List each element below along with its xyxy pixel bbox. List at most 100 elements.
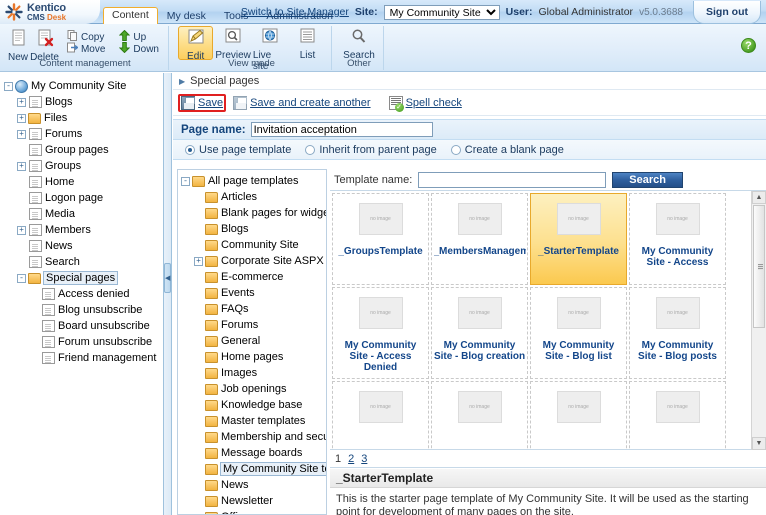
template-category-label[interactable]: Community Site [221, 239, 299, 251]
tree-node-label[interactable]: Board unsubscribe [58, 320, 150, 332]
tree-node-label[interactable]: Forums [45, 128, 82, 140]
tree-node[interactable]: Access denied [4, 286, 161, 302]
template-card[interactable]: no image My Community Site - Blog posts [629, 287, 726, 379]
tree-node[interactable]: + Forums [4, 126, 161, 142]
tree-node[interactable]: News [4, 238, 161, 254]
page-name-input[interactable] [250, 122, 433, 137]
tree-node[interactable]: + Groups [4, 158, 161, 174]
template-category-label[interactable]: Images [221, 367, 257, 379]
template-category-label[interactable]: Message boards [221, 447, 302, 459]
template-search-button[interactable]: Search [612, 171, 683, 188]
template-category-node[interactable]: News [181, 477, 324, 493]
save-and-create-another-action[interactable]: Save and create another [230, 94, 373, 112]
template-category-node[interactable]: Community Site [181, 237, 324, 253]
template-category-label[interactable]: Articles [221, 191, 257, 203]
template-category-label[interactable]: General [221, 335, 260, 347]
template-category-node[interactable]: Home pages [181, 349, 324, 365]
template-category-label[interactable]: All page templates [208, 175, 299, 187]
collapse-icon[interactable]: - [181, 176, 190, 186]
expand-icon[interactable]: + [17, 161, 26, 171]
template-category-label[interactable]: Blank pages for widgets [221, 207, 326, 219]
template-category-node[interactable]: Master templates [181, 413, 324, 429]
tree-node-label[interactable]: Access denied [58, 288, 130, 300]
tree-node[interactable]: Search [4, 254, 161, 270]
template-category-node[interactable]: Blogs [181, 221, 324, 237]
template-category-label[interactable]: Offices [221, 511, 255, 514]
template-category-node[interactable]: Knowledge base [181, 397, 324, 413]
tree-node-label[interactable]: Groups [45, 160, 81, 172]
template-category-label[interactable]: Newsletter [221, 495, 273, 507]
template-card[interactable]: no image My Community Site - Blog list [530, 287, 627, 379]
template-category-label[interactable]: Master templates [221, 415, 305, 427]
tab-my-desk[interactable]: My desk [158, 9, 215, 24]
template-category-node[interactable]: FAQs [181, 301, 324, 317]
list-button[interactable]: List [290, 26, 325, 61]
template-card[interactable]: no image _StarterTemplate [530, 193, 627, 285]
template-category-label[interactable]: Blogs [221, 223, 249, 235]
radio-inherit-from-parent[interactable]: Inherit from parent page [305, 144, 437, 156]
tree-node[interactable]: + Files [4, 110, 161, 126]
template-category-label[interactable]: Corporate Site ASPX [221, 255, 324, 267]
template-grid-scrollbar[interactable]: ▲ ▼ [751, 191, 766, 450]
template-category-node[interactable]: Membership and security [181, 429, 326, 445]
template-category-label[interactable]: Home pages [221, 351, 283, 363]
template-category-label[interactable]: Knowledge base [221, 399, 302, 411]
template-card[interactable]: no image [629, 381, 726, 449]
template-category-node[interactable]: Forums [181, 317, 324, 333]
template-category-node[interactable]: Events [181, 285, 324, 301]
template-category-node[interactable]: Message boards [181, 445, 324, 461]
tree-node-label[interactable]: Group pages [45, 144, 109, 156]
new-button[interactable]: New [8, 26, 28, 63]
template-category-node[interactable]: Job openings [181, 381, 324, 397]
edit-button[interactable]: Edit [178, 26, 214, 62]
tree-node[interactable]: Group pages [4, 142, 161, 158]
template-category-label[interactable]: My Community Site templates [220, 462, 326, 476]
template-category-node[interactable]: Offices [181, 509, 324, 514]
preview-button[interactable]: Preview [215, 26, 251, 61]
panel-splitter[interactable]: ◀ [164, 73, 172, 515]
expand-icon[interactable]: + [17, 97, 26, 107]
template-category-label[interactable]: E-commerce [221, 271, 283, 283]
tree-node-label[interactable]: Members [45, 224, 91, 236]
template-category-label[interactable]: Events [221, 287, 255, 299]
sign-out-button[interactable]: Sign out [693, 0, 761, 24]
radio-use-page-template[interactable]: Use page template [185, 144, 291, 156]
help-icon[interactable]: ? [741, 38, 756, 53]
template-card[interactable]: no image My Community Site - Access [629, 193, 726, 285]
tree-node-label[interactable]: Special pages [43, 271, 119, 285]
tree-node[interactable]: - Special pages [4, 270, 161, 286]
page-link-3[interactable]: 3 [361, 453, 367, 465]
tree-node-label[interactable]: Forum unsubscribe [58, 336, 152, 348]
tree-node[interactable]: + Blogs [4, 94, 161, 110]
expand-icon[interactable]: + [17, 113, 26, 123]
template-card[interactable]: no image [431, 381, 528, 449]
tree-node[interactable]: + Members [4, 222, 161, 238]
scrollbar-thumb[interactable] [753, 205, 765, 328]
template-category-node[interactable]: General [181, 333, 324, 349]
expand-icon[interactable]: + [194, 256, 203, 266]
template-card[interactable]: no image My Community Site - Access Denie… [332, 287, 429, 379]
live-site-button[interactable]: Live site [253, 26, 288, 72]
tab-content[interactable]: Content [103, 7, 158, 24]
tree-node[interactable]: - My Community Site [4, 78, 161, 94]
template-card[interactable]: no image [332, 381, 429, 449]
template-category-node[interactable]: Images [181, 365, 324, 381]
scroll-up-arrow-icon[interactable]: ▲ [752, 191, 766, 204]
page-link-1[interactable]: 1 [335, 453, 341, 465]
tree-node[interactable]: Forum unsubscribe [4, 334, 161, 350]
up-button[interactable]: Up [116, 29, 162, 43]
expand-icon[interactable]: + [17, 129, 26, 139]
expand-icon[interactable]: + [17, 225, 26, 235]
collapse-icon[interactable]: - [17, 273, 26, 283]
page-link-2[interactable]: 2 [348, 453, 354, 465]
spell-check-action[interactable]: Spell check [386, 94, 465, 112]
tree-node[interactable]: Media [4, 206, 161, 222]
template-category-label[interactable]: Membership and security [221, 431, 326, 443]
tree-node[interactable]: Blog unsubscribe [4, 302, 161, 318]
template-card[interactable]: no image My Community Site - Blog creatio… [431, 287, 528, 379]
template-name-input[interactable] [418, 171, 607, 188]
switch-to-site-manager-link[interactable]: Switch to Site Manager [241, 6, 349, 18]
template-category-node[interactable]: Blank pages for widgets [181, 205, 326, 221]
copy-button[interactable]: Copy [64, 30, 108, 43]
template-card[interactable]: no image _MembersManagemen [431, 193, 528, 285]
